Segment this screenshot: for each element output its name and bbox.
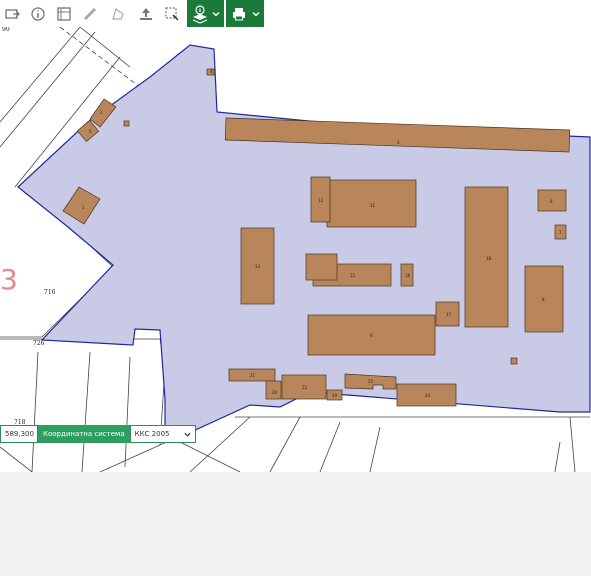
map-canvas[interactable]: 3 11 12 18 6 7 8 13 15 16 17 9 22 21 20 … bbox=[0, 27, 591, 472]
upload-icon[interactable] bbox=[134, 0, 158, 27]
coordinate-system-value: ККС 2005 bbox=[134, 430, 170, 438]
svg-text:11: 11 bbox=[370, 203, 376, 208]
chevron-down-icon bbox=[252, 11, 259, 16]
empty-panel bbox=[0, 472, 591, 576]
print-icon bbox=[232, 7, 245, 20]
coordinate-value: 589,300 bbox=[0, 425, 38, 443]
label-top-corner: 90 bbox=[2, 27, 10, 33]
large-parcel-label: 3 bbox=[0, 263, 18, 296]
coordinate-system-title: Координатна система bbox=[38, 425, 130, 443]
measure-area-icon[interactable] bbox=[106, 0, 130, 27]
svg-text:13: 13 bbox=[255, 264, 261, 269]
label-parcel-726: 726 bbox=[33, 340, 45, 347]
svg-text:22: 22 bbox=[302, 385, 308, 390]
layer-info-button[interactable] bbox=[187, 0, 224, 27]
measure-distance-icon[interactable] bbox=[78, 0, 102, 27]
print-button[interactable] bbox=[226, 0, 264, 27]
svg-text:18: 18 bbox=[486, 256, 492, 261]
svg-text:17: 17 bbox=[446, 312, 452, 317]
coordinate-bar: 589,300 Координатна система ККС 2005 bbox=[0, 425, 196, 443]
coordinate-system-select[interactable]: ККС 2005 bbox=[129, 425, 196, 443]
svg-text:20: 20 bbox=[272, 390, 278, 395]
layers-icon[interactable] bbox=[0, 0, 24, 27]
svg-text:15: 15 bbox=[350, 273, 356, 278]
chevron-down-icon bbox=[212, 11, 220, 16]
label-parcel-716: 716 bbox=[44, 289, 56, 296]
select-area-icon[interactable] bbox=[160, 0, 184, 27]
svg-text:25: 25 bbox=[368, 379, 374, 384]
map-toolbar bbox=[0, 0, 591, 27]
svg-text:21: 21 bbox=[250, 373, 256, 378]
identify-icon[interactable] bbox=[52, 0, 76, 27]
chevron-down-icon bbox=[184, 432, 191, 437]
layer-info-icon bbox=[192, 4, 208, 24]
svg-text:24: 24 bbox=[425, 393, 431, 398]
svg-text:12: 12 bbox=[318, 198, 324, 203]
svg-text:16: 16 bbox=[405, 273, 411, 278]
svg-text:19: 19 bbox=[332, 393, 338, 398]
info-icon[interactable] bbox=[26, 0, 50, 27]
